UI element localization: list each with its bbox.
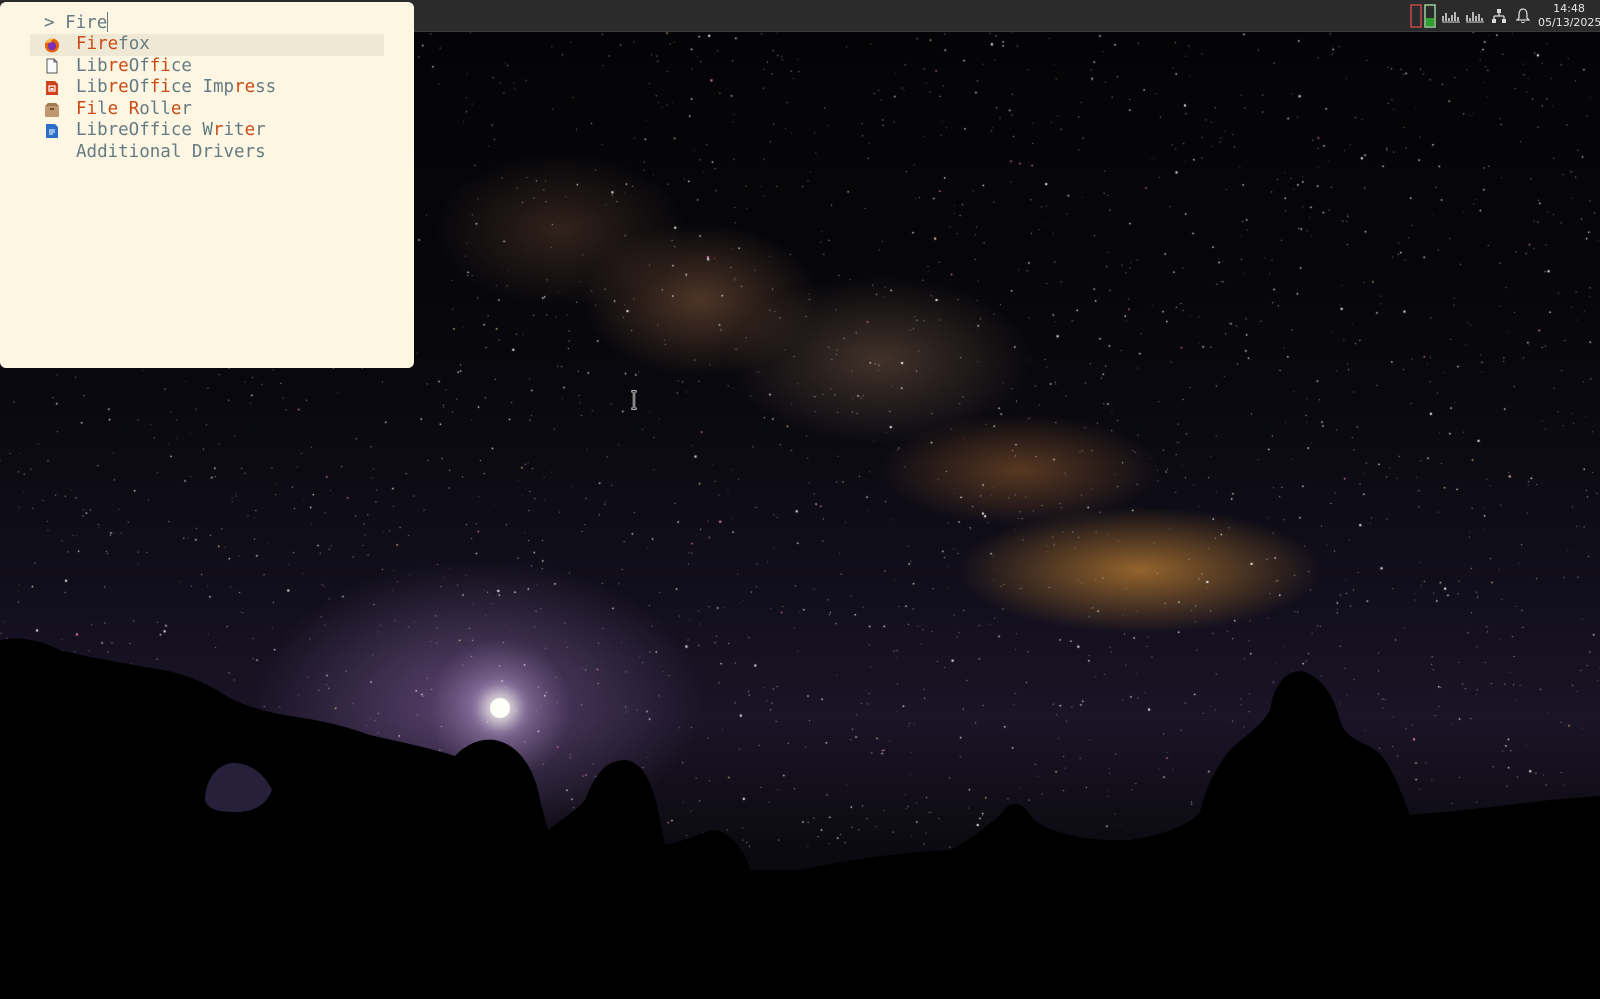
clock-time: 14:48 — [1553, 1, 1585, 15]
launcher-result-label: LibreOffice — [76, 55, 192, 76]
app-launcher: > Fire Firefox LibreOffice LibreOffice Imp… — [0, 2, 414, 368]
network-speed-icon-2[interactable] — [1464, 5, 1486, 27]
launcher-result-label: LibreOffice Writer — [76, 120, 266, 141]
launcher-result-file-roller[interactable]: File Roller — [30, 99, 384, 121]
launcher-result-additional-drivers[interactable]: Additional Drivers — [30, 142, 384, 164]
ibeam-cursor-icon — [631, 390, 637, 410]
notification-bell-icon[interactable] — [1512, 5, 1534, 27]
firefox-icon — [44, 37, 60, 53]
search-query: Fire — [65, 13, 108, 33]
network-speed-icon[interactable] — [1440, 5, 1462, 27]
clock-date: 05/13/2025 — [1538, 15, 1600, 29]
launcher-result-firefox[interactable]: Firefox — [30, 34, 384, 56]
launcher-result-label: Additional Drivers — [76, 141, 266, 162]
prompt-symbol: > — [44, 13, 55, 33]
system-tray: 14:48 05/13/2025 — [1408, 0, 1600, 31]
libreoffice-icon — [44, 58, 60, 74]
launcher-result-libreoffice-writer[interactable]: LibreOffice Writer — [30, 120, 384, 142]
launcher-result-libreoffice[interactable]: LibreOffice — [30, 56, 384, 78]
launcher-result-label: File Roller — [76, 98, 192, 119]
launcher-result-libreoffice-impress[interactable]: LibreOffice Impress — [30, 77, 384, 99]
workspace-indicator-icon[interactable] — [1408, 3, 1438, 28]
network-icon[interactable] — [1488, 5, 1510, 27]
launcher-result-label: LibreOffice Impress — [76, 77, 277, 98]
launcher-search-input[interactable]: > Fire — [44, 11, 109, 35]
libreoffice-impress-icon — [44, 80, 60, 96]
libreoffice-writer-icon — [44, 123, 60, 139]
launcher-results-list: Firefox LibreOffice LibreOffice Impress Fil… — [30, 34, 384, 164]
blank-icon — [44, 145, 60, 161]
text-caret — [107, 12, 109, 32]
file-roller-icon — [44, 102, 60, 118]
launcher-result-label: Firefox — [76, 34, 150, 54]
clock[interactable]: 14:48 05/13/2025 — [1538, 2, 1600, 30]
